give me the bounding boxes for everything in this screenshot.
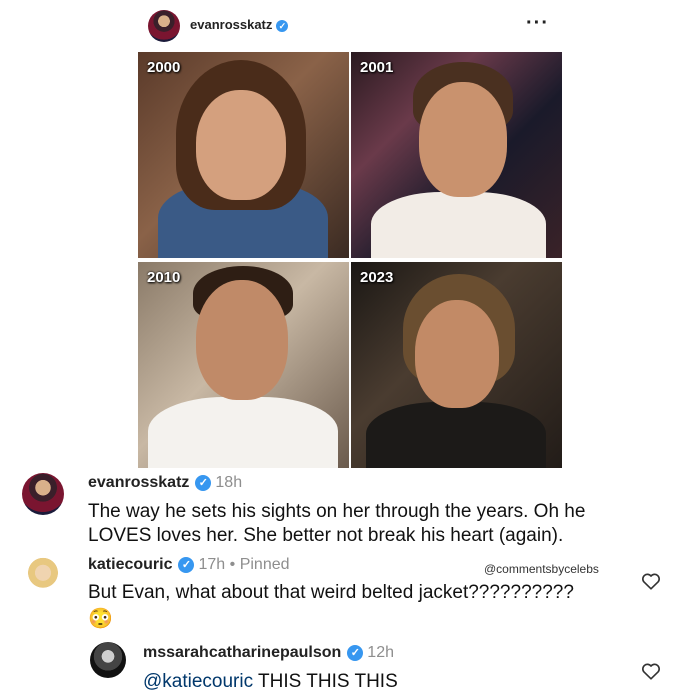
verified-badge-icon: ✓ xyxy=(195,474,212,491)
comment-evanrosskatz: evanrosskatz ✓ 18h The way he sets his sig… xyxy=(0,470,700,550)
post-author-name[interactable]: evanrosskatz xyxy=(190,17,272,32)
commenter-username[interactable]: evanrosskatz xyxy=(88,474,189,491)
comment-time: 12h xyxy=(367,644,394,661)
commenter-avatar[interactable] xyxy=(90,642,126,678)
comment-katiecouric: katiecouric ✓ 17h • Pinned @commentsbycele… xyxy=(0,554,700,634)
commenter-avatar[interactable] xyxy=(22,473,64,515)
verified-badge-icon: ✓ xyxy=(178,556,195,573)
more-options-icon[interactable]: ··· xyxy=(526,12,549,35)
grid-photo-2001: 2001 xyxy=(351,52,562,258)
watermark: @commentsbycelebs xyxy=(484,562,599,576)
commenter-username[interactable]: katiecouric xyxy=(88,556,172,573)
comment-header: evanrosskatz ✓ 18h xyxy=(88,474,242,492)
commenter-avatar[interactable] xyxy=(22,556,64,598)
verified-badge-icon: ✓ xyxy=(347,644,364,661)
comment-time: 17h xyxy=(198,556,226,573)
grid-year-label: 2023 xyxy=(360,269,394,286)
comment-text: The way he sets his sights on her throug… xyxy=(88,501,586,546)
comment-time: 18h xyxy=(215,474,243,491)
heart-icon[interactable] xyxy=(640,570,662,592)
pinned-label: Pinned xyxy=(239,556,290,573)
post-author-username[interactable]: evanrosskatz ✓ xyxy=(190,17,289,32)
mention-link[interactable]: @katiecouric xyxy=(143,671,253,692)
commenter-username[interactable]: mssarahcatharinepaulson xyxy=(143,644,341,661)
grid-year-label: 2001 xyxy=(360,59,394,76)
post-image-grid[interactable]: 2000 2001 2010 2023 xyxy=(138,52,562,468)
grid-year-label: 2000 xyxy=(147,59,181,76)
comment-header: katiecouric ✓ 17h • Pinned xyxy=(88,556,290,574)
comment-text: But Evan, what about that weird belted j… xyxy=(88,582,574,603)
post-header: evanrosskatz ✓ ··· xyxy=(0,8,700,44)
heart-icon[interactable] xyxy=(640,660,662,682)
post-author-avatar[interactable] xyxy=(148,10,180,42)
meta-separator: • xyxy=(229,556,236,573)
comment-text: @katiecouric THIS THIS THIS xyxy=(143,670,623,694)
grid-year-label: 2010 xyxy=(147,269,181,286)
verified-badge-icon: ✓ xyxy=(276,19,289,32)
grid-photo-2023: 2023 xyxy=(351,262,562,468)
comment-body: THIS THIS THIS xyxy=(253,671,398,692)
comment-header: mssarahcatharinepaulson ✓ 12h xyxy=(143,644,394,662)
flushed-face-emoji: 😳 xyxy=(88,608,113,630)
grid-photo-2010: 2010 xyxy=(138,262,349,468)
comment-mssarahcatharinepaulson: mssarahcatharinepaulson ✓ 12h @katiecouric… xyxy=(0,640,700,700)
grid-photo-2000: 2000 xyxy=(138,52,349,258)
